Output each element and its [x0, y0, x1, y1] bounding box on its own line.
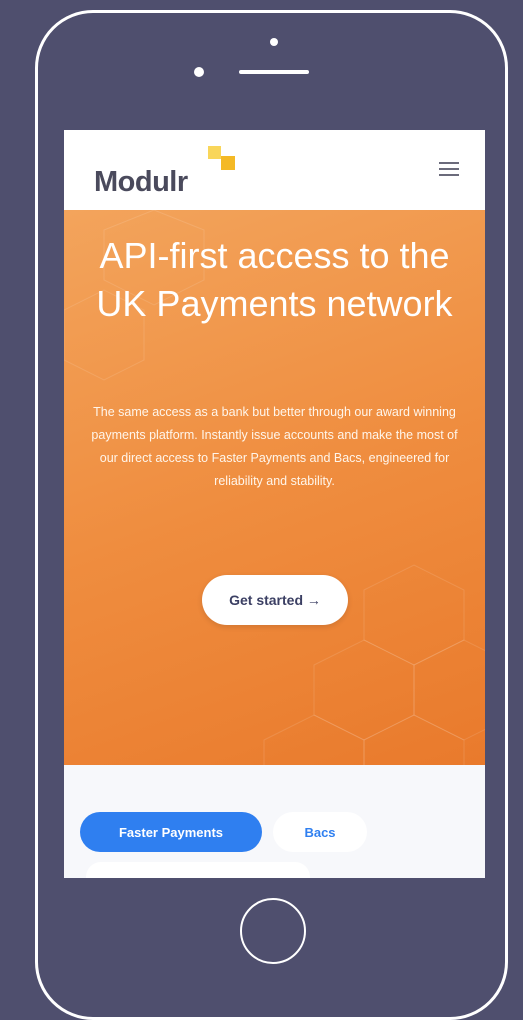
hero-description: The same access as a bank but better thr…: [91, 405, 458, 488]
proximity-sensor: [194, 67, 204, 77]
menu-icon[interactable]: [439, 162, 459, 176]
tab-bacs[interactable]: Bacs: [273, 812, 367, 852]
phone-screen: Modulr API-first access to the UK Paymen…: [64, 130, 485, 878]
front-camera: [270, 38, 278, 46]
get-started-button[interactable]: Get started →: [202, 575, 348, 625]
hero-section: API-first access to the UK Payments netw…: [64, 210, 485, 765]
hero-title: API-first access to the UK Payments netw…: [96, 235, 453, 324]
speaker-grille: [239, 70, 309, 74]
home-button[interactable]: [240, 898, 306, 964]
content-card-peek: [86, 862, 310, 878]
logo-mark-icon: [208, 146, 238, 176]
top-navigation-bar: Modulr: [64, 130, 485, 210]
tab-faster-payments[interactable]: Faster Payments: [80, 812, 262, 852]
logo-wordmark: Modulr: [94, 166, 188, 198]
